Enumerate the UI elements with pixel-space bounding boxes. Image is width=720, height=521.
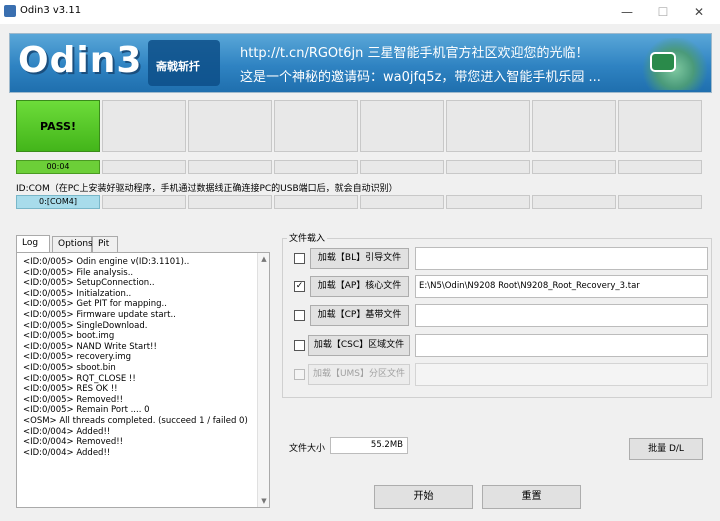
file-checkbox[interactable] bbox=[294, 340, 305, 351]
load-file-button[interactable]: 加载【CP】基带文件 bbox=[310, 305, 409, 326]
log-textarea[interactable]: <ID:0/005> Odin engine v(ID:3.1101).. <ID… bbox=[16, 252, 270, 508]
log-line: <ID:0/005> RES OK !! bbox=[23, 384, 118, 395]
log-line: <OSM> All threads completed. (succeed 1 … bbox=[23, 415, 248, 426]
close-button[interactable]: ✕ bbox=[684, 3, 714, 21]
port-status-box bbox=[102, 100, 186, 152]
tab-options[interactable]: Options bbox=[52, 236, 93, 252]
file-checkbox[interactable]: ✓ bbox=[294, 281, 305, 292]
port-time-box bbox=[274, 160, 358, 174]
port-status-box bbox=[188, 100, 272, 152]
chat-bubble-icon bbox=[650, 52, 676, 72]
port-com-box bbox=[360, 195, 444, 209]
file-path-field[interactable] bbox=[415, 334, 708, 357]
port-time-box bbox=[446, 160, 530, 174]
log-line: <ID:0/004> Added!! bbox=[23, 447, 111, 458]
load-file-button[interactable]: 加载【CSC】区域文件 bbox=[308, 335, 410, 356]
file-size-label: 文件大小 bbox=[289, 444, 326, 454]
reset-button[interactable]: 重置 bbox=[482, 485, 581, 509]
file-checkbox[interactable] bbox=[294, 310, 305, 321]
port-status-box bbox=[274, 100, 358, 152]
tab-pit[interactable]: Pit bbox=[92, 236, 118, 252]
log-line: <ID:0/005> Firmware update start.. bbox=[23, 309, 176, 320]
log-line: <ID:0/005> Removed!! bbox=[23, 394, 124, 405]
maximize-button[interactable]: ☐ bbox=[648, 3, 678, 21]
log-line: <ID:0/005> Remain Port .... 0 bbox=[23, 405, 150, 416]
port-com-box bbox=[188, 195, 272, 209]
file-path-field[interactable]: E:\N5\Odin\N9208 Root\N9208_Root_Recover… bbox=[415, 275, 708, 298]
log-line: <ID:0/005> RQT_CLOSE !! bbox=[23, 373, 136, 384]
port-time-box bbox=[532, 160, 616, 174]
port-time-box bbox=[102, 160, 186, 174]
log-line: <ID:0/005> SetupConnection.. bbox=[23, 278, 155, 289]
file-path-field[interactable] bbox=[415, 304, 708, 327]
load-file-button[interactable]: 加载【AP】核心文件 bbox=[310, 276, 409, 297]
port-time-box bbox=[618, 160, 702, 174]
port-com-box bbox=[102, 195, 186, 209]
log-line: <ID:0/005> Get PIT for mapping.. bbox=[23, 299, 167, 310]
log-line: <ID:0/005> Odin engine v(ID:3.1101).. bbox=[23, 257, 190, 267]
tab-log[interactable]: Log bbox=[16, 235, 50, 253]
batch-download-button[interactable]: 批量 D/L bbox=[629, 438, 703, 460]
log-line: <ID:0/004> Added!! bbox=[23, 426, 111, 437]
port-com-box bbox=[446, 195, 530, 209]
file-group-label: 文件载入 bbox=[287, 231, 328, 244]
file-checkbox[interactable] bbox=[294, 369, 305, 380]
port-status-box bbox=[360, 100, 444, 152]
port-com-box bbox=[274, 195, 358, 209]
load-file-button[interactable]: 加载【BL】引导文件 bbox=[310, 248, 409, 269]
log-line: <ID:0/004> Removed!! bbox=[23, 437, 124, 448]
window-title: Odin3 v3.11 bbox=[20, 5, 82, 16]
log-line: <ID:0/005> boot.img bbox=[23, 331, 115, 342]
port-com-box bbox=[532, 195, 616, 209]
banner-invite-line: 这是一个神秘的邀请码：wa0jfq5z，带您进入智能手机乐园 ... bbox=[240, 70, 601, 85]
id-com-label: ID:COM（在PC上安装好驱动程序，手机通过数据线正确连接PC的USB端口后，… bbox=[16, 184, 398, 194]
port-status-box bbox=[446, 100, 530, 152]
log-line: <ID:0/005> SingleDownload. bbox=[23, 320, 148, 331]
port-time-box bbox=[360, 160, 444, 174]
odin-logo: Odin3 bbox=[18, 40, 143, 81]
app-icon bbox=[4, 5, 16, 17]
port-time-box: 00:04 bbox=[16, 160, 100, 174]
port-com-box bbox=[618, 195, 702, 209]
title-bar: Odin3 v3.11 — ☐ ✕ bbox=[0, 0, 720, 24]
start-button[interactable]: 开始 bbox=[374, 485, 473, 509]
log-line: <ID:0/005> recovery.img bbox=[23, 352, 132, 363]
load-file-button[interactable]: 加载【UMS】分区文件 bbox=[308, 364, 410, 385]
log-lines: <ID:0/005> Odin engine v(ID:3.1101).. <ID… bbox=[23, 257, 263, 458]
log-line: <ID:0/005> sboot.bin bbox=[23, 362, 116, 373]
minimize-button[interactable]: — bbox=[612, 3, 642, 21]
file-path-field[interactable] bbox=[415, 363, 708, 386]
scroll-down-arrow-icon[interactable]: ▼ bbox=[258, 495, 269, 507]
port-time-box bbox=[188, 160, 272, 174]
scroll-up-arrow-icon[interactable]: ▲ bbox=[258, 253, 269, 265]
port-com-box: 0:[COM4] bbox=[16, 195, 100, 209]
file-path-field[interactable] bbox=[415, 247, 708, 270]
ad-banner[interactable]: Odin3 斋戟斩扦 http://t.cn/RGOt6jn 三星智能手机官方社… bbox=[9, 33, 712, 93]
file-checkbox[interactable] bbox=[294, 253, 305, 264]
log-line: <ID:0/005> Initialzation.. bbox=[23, 288, 132, 299]
log-line: <ID:0/005> NAND Write Start!! bbox=[23, 341, 157, 352]
port-status-box: PASS! bbox=[16, 100, 100, 152]
port-status-box bbox=[618, 100, 702, 152]
log-line: <ID:0/005> File analysis.. bbox=[23, 267, 134, 278]
port-status-box bbox=[532, 100, 616, 152]
banner-url-line[interactable]: http://t.cn/RGOt6jn 三星智能手机官方社区欢迎您的光临！ bbox=[240, 42, 589, 61]
banner-badge-text: 斋戟斩扦 bbox=[156, 60, 200, 73]
file-size-field: 55.2MB bbox=[330, 437, 408, 454]
log-scrollbar[interactable]: ▲ ▼ bbox=[257, 253, 269, 507]
